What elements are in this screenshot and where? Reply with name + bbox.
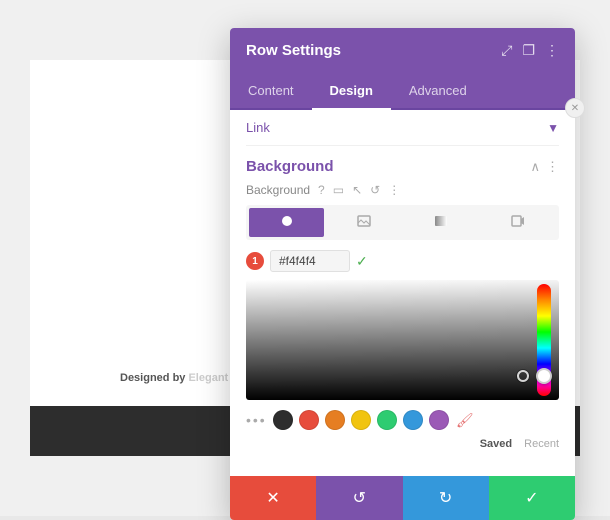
swatch-green[interactable] (377, 410, 397, 430)
background-controls-row: Background ? ▭ ↖ ↺ ⋮ (246, 183, 559, 197)
background-label: Background (246, 183, 310, 197)
bg-type-gradient[interactable] (404, 208, 479, 237)
background-section-header: Background ∧ ⋮ (246, 146, 559, 183)
bg-options-icon[interactable]: ⋮ (388, 183, 400, 197)
expand-icon[interactable]: ⤢ (501, 42, 512, 59)
link-label: Link (246, 120, 270, 135)
more-options-icon[interactable]: ⋮ (545, 42, 559, 59)
section-header-icons: ∧ ⋮ (530, 159, 559, 175)
panel-right-close-button[interactable]: ✕ (565, 98, 585, 118)
bg-cursor-icon[interactable]: ↖ (352, 183, 362, 197)
bg-help-icon[interactable]: ? (318, 183, 325, 197)
swatch-blue[interactable] (403, 410, 423, 430)
copy-icon[interactable]: ❐ (522, 42, 535, 59)
color-input-row: 1 ✓ (246, 250, 559, 272)
panel-header-icons: ⤢ ❐ ⋮ (501, 42, 559, 59)
panel-tabs: Content Design Advanced (230, 73, 575, 110)
bg-type-image[interactable] (326, 208, 401, 237)
undo-button[interactable]: ↺ (316, 476, 402, 520)
cancel-button[interactable]: ✕ (230, 476, 316, 520)
saved-recent-row: Saved Recent (246, 438, 559, 450)
collapse-icon[interactable]: ∧ (530, 159, 540, 175)
hue-slider[interactable] (537, 284, 551, 396)
swatch-yellow[interactable] (351, 410, 371, 430)
paint-brush-icon[interactable]: 🖌 (455, 410, 475, 430)
confirm-color-icon[interactable]: ✓ (356, 253, 368, 270)
swatch-orange[interactable] (325, 410, 345, 430)
bg-undo-icon[interactable]: ↺ (370, 183, 380, 197)
swatch-purple[interactable] (429, 410, 449, 430)
swatch-red[interactable] (299, 410, 319, 430)
hue-thumb[interactable] (536, 368, 552, 384)
color-badge-number: 1 (246, 252, 264, 270)
picker-cursor (517, 370, 529, 382)
redo-button[interactable]: ↻ (403, 476, 489, 520)
bg-type-video[interactable] (481, 208, 556, 237)
tab-advanced[interactable]: Advanced (391, 73, 485, 110)
swatches-more-icon[interactable]: ••• (246, 412, 267, 428)
panel-title: Row Settings (246, 42, 341, 59)
link-row[interactable]: Link ▼ (246, 110, 559, 146)
action-bar: ✕ ↺ ↻ ✓ (230, 476, 575, 520)
background-title: Background (246, 158, 334, 175)
swatches-row: ••• 🖌 (246, 410, 559, 430)
background-type-tabs (246, 205, 559, 240)
section-more-icon[interactable]: ⋮ (546, 159, 559, 175)
link-chevron-icon: ▼ (547, 121, 559, 135)
tab-content[interactable]: Content (230, 73, 312, 110)
swatch-black[interactable] (273, 410, 293, 430)
recent-tab[interactable]: Recent (524, 438, 559, 450)
bg-type-color[interactable] (249, 208, 324, 237)
panel-header: Row Settings ⤢ ❐ ⋮ (230, 28, 575, 73)
panel-body: Link ▼ Background ∧ ⋮ Background ? ▭ ↖ ↺… (230, 110, 575, 476)
color-picker-area[interactable] (246, 280, 559, 400)
confirm-button[interactable]: ✓ (489, 476, 575, 520)
tab-design[interactable]: Design (312, 73, 391, 110)
saved-tab[interactable]: Saved (480, 438, 512, 450)
bg-mobile-icon[interactable]: ▭ (333, 183, 344, 197)
color-hex-input[interactable] (270, 250, 350, 272)
row-settings-panel: Row Settings ⤢ ❐ ⋮ Content Design Advanc… (230, 28, 575, 520)
brightness-gradient (246, 280, 559, 400)
